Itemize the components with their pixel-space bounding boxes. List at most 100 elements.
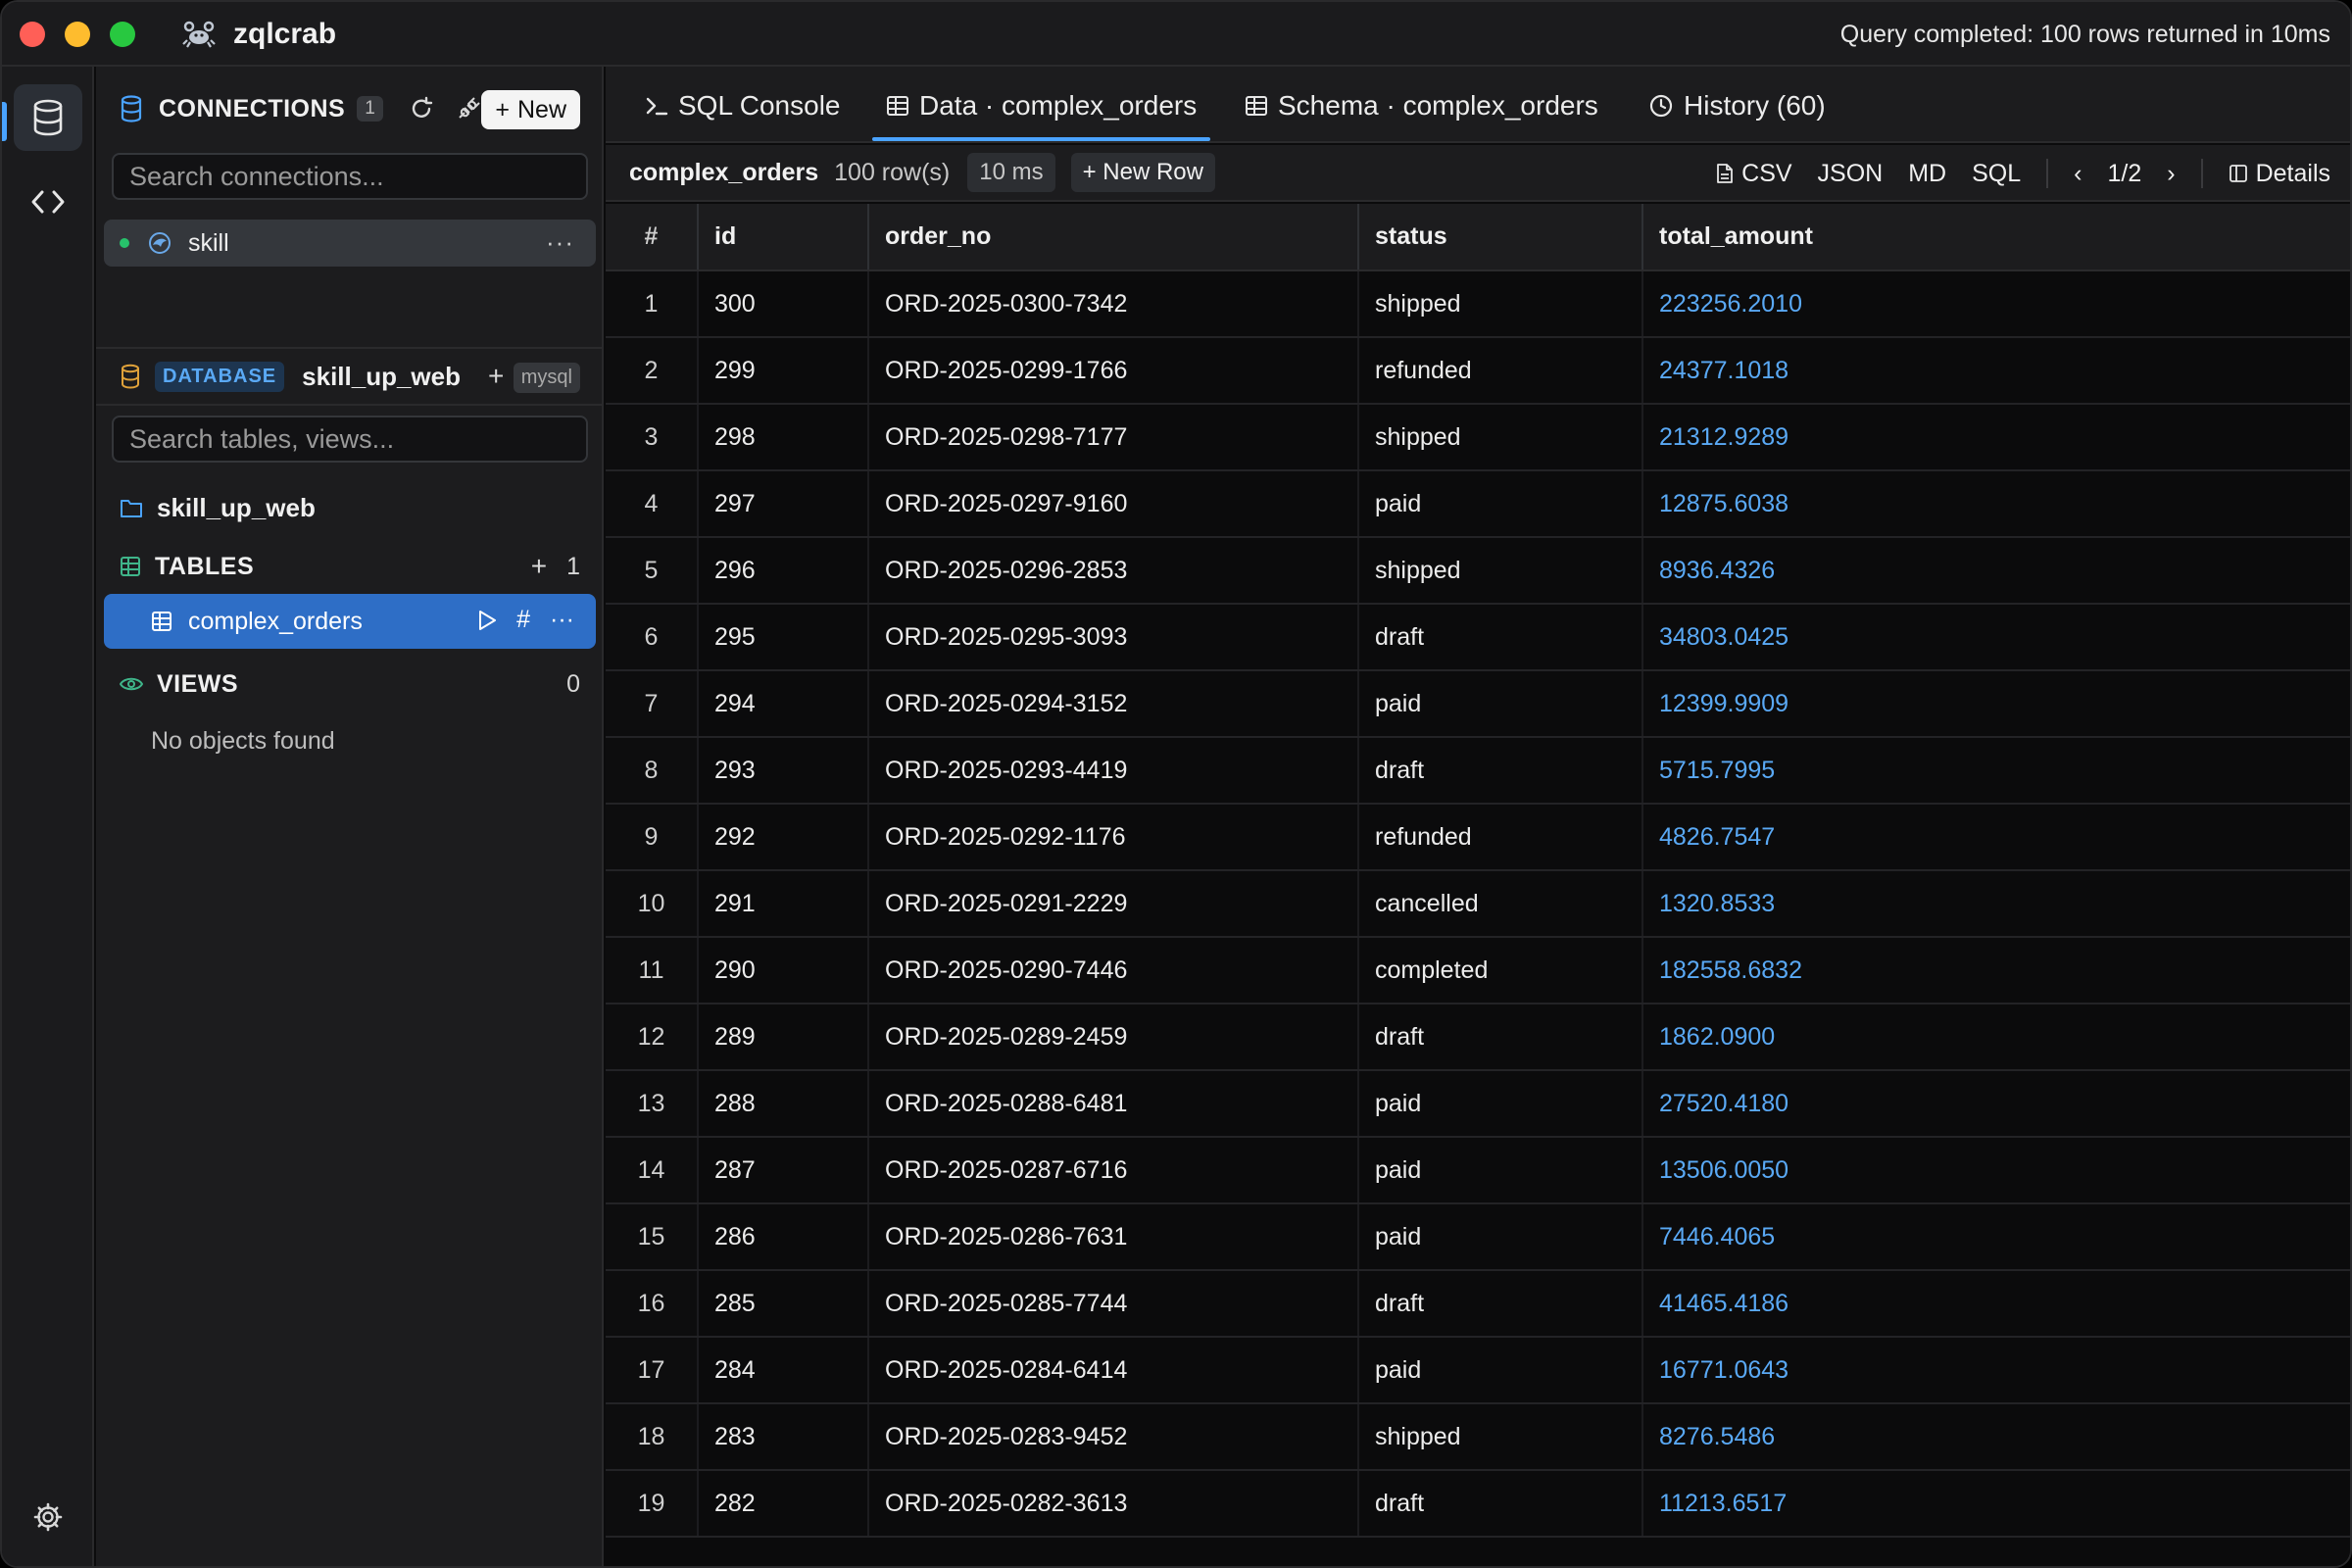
table-row[interactable]: 9 292 ORD-2025-0292-1176 refunded 4826.7547	[606, 804, 2350, 871]
total-amount-cell[interactable]: 5715.7995	[1642, 737, 2350, 805]
id-cell[interactable]: 285	[698, 1270, 869, 1338]
export-md-button[interactable]: MD	[1908, 160, 1946, 188]
table-row[interactable]: 6 295 ORD-2025-0295-3093 draft 34803.0425	[606, 604, 2350, 671]
table-more-icon[interactable]: ···	[550, 606, 574, 634]
id-cell[interactable]: 283	[698, 1403, 869, 1471]
tab-sql-console[interactable]: SQL Console	[645, 84, 841, 127]
id-cell[interactable]: 300	[698, 270, 869, 338]
table-row[interactable]: 18 283 ORD-2025-0283-9452 shipped 8276.5486	[606, 1403, 2350, 1471]
id-cell[interactable]: 284	[698, 1337, 869, 1404]
total-amount-cell[interactable]: 27520.4180	[1642, 1070, 2350, 1138]
add-database-icon[interactable]: +	[488, 361, 504, 392]
add-table-icon[interactable]: +	[531, 551, 547, 582]
status-cell[interactable]: completed	[1358, 937, 1643, 1004]
column-header-id[interactable]: id	[698, 204, 869, 271]
id-cell[interactable]: 293	[698, 737, 869, 805]
status-cell[interactable]: draft	[1358, 1270, 1643, 1338]
table-row[interactable]: 2 299 ORD-2025-0299-1766 refunded 24377.1018	[606, 337, 2350, 405]
id-cell[interactable]: 294	[698, 670, 869, 738]
status-cell[interactable]: draft	[1358, 1470, 1643, 1538]
total-amount-cell[interactable]: 7446.4065	[1642, 1203, 2350, 1271]
search-connections-input[interactable]	[112, 153, 588, 200]
id-cell[interactable]: 286	[698, 1203, 869, 1271]
play-icon[interactable]	[477, 610, 497, 631]
total-amount-cell[interactable]: 21312.9289	[1642, 404, 2350, 471]
close-window-button[interactable]	[20, 22, 45, 47]
order-no-cell[interactable]: ORD-2025-0285-7744	[868, 1270, 1359, 1338]
status-cell[interactable]: refunded	[1358, 804, 1643, 871]
tables-section-header[interactable]: TABLES + 1	[96, 543, 604, 590]
status-cell[interactable]: paid	[1358, 470, 1643, 538]
order-no-cell[interactable]: ORD-2025-0296-2853	[868, 537, 1359, 605]
next-page-icon[interactable]: ›	[2167, 160, 2175, 188]
database-view-button[interactable]	[14, 84, 82, 151]
prev-page-icon[interactable]: ‹	[2074, 160, 2082, 188]
status-cell[interactable]: paid	[1358, 1070, 1643, 1138]
total-amount-cell[interactable]: 24377.1018	[1642, 337, 2350, 405]
order-no-cell[interactable]: ORD-2025-0287-6716	[868, 1137, 1359, 1204]
order-no-cell[interactable]: ORD-2025-0291-2229	[868, 870, 1359, 938]
status-cell[interactable]: paid	[1358, 1203, 1643, 1271]
total-amount-cell[interactable]: 4826.7547	[1642, 804, 2350, 871]
status-cell[interactable]: draft	[1358, 1004, 1643, 1071]
schema-node[interactable]: skill_up_web	[96, 484, 604, 531]
id-cell[interactable]: 290	[698, 937, 869, 1004]
id-cell[interactable]: 295	[698, 604, 869, 671]
column-header-total-amount[interactable]: total_amount	[1642, 204, 2350, 271]
total-amount-cell[interactable]: 8276.5486	[1642, 1403, 2350, 1471]
details-button[interactable]: Details	[2229, 160, 2330, 188]
status-cell[interactable]: paid	[1358, 670, 1643, 738]
minimize-window-button[interactable]	[65, 22, 90, 47]
order-no-cell[interactable]: ORD-2025-0282-3613	[868, 1470, 1359, 1538]
tab-data[interactable]: Data · complex_orders	[871, 84, 1211, 141]
status-cell[interactable]: shipped	[1358, 1403, 1643, 1471]
total-amount-cell[interactable]: 8936.4326	[1642, 537, 2350, 605]
status-cell[interactable]: draft	[1358, 604, 1643, 671]
id-cell[interactable]: 287	[698, 1137, 869, 1204]
order-no-cell[interactable]: ORD-2025-0298-7177	[868, 404, 1359, 471]
status-cell[interactable]: paid	[1358, 1137, 1643, 1204]
new-connection-button[interactable]: + New	[481, 90, 580, 129]
order-no-cell[interactable]: ORD-2025-0289-2459	[868, 1004, 1359, 1071]
table-row[interactable]: 5 296 ORD-2025-0296-2853 shipped 8936.4326	[606, 537, 2350, 605]
plug-icon[interactable]	[456, 96, 481, 122]
views-section-header[interactable]: VIEWS 0	[96, 661, 604, 708]
id-cell[interactable]: 297	[698, 470, 869, 538]
total-amount-cell[interactable]: 223256.2010	[1642, 270, 2350, 338]
id-cell[interactable]: 282	[698, 1470, 869, 1538]
table-row[interactable]: 1 300 ORD-2025-0300-7342 shipped 223256.2010	[606, 270, 2350, 338]
order-no-cell[interactable]: ORD-2025-0284-6414	[868, 1337, 1359, 1404]
total-amount-cell[interactable]: 11213.6517	[1642, 1470, 2350, 1538]
id-cell[interactable]: 292	[698, 804, 869, 871]
export-json-button[interactable]: JSON	[1818, 160, 1884, 188]
total-amount-cell[interactable]: 16771.0643	[1642, 1337, 2350, 1404]
search-tables-input[interactable]	[112, 416, 588, 463]
zoom-window-button[interactable]	[110, 22, 135, 47]
status-cell[interactable]: refunded	[1358, 337, 1643, 405]
status-cell[interactable]: shipped	[1358, 404, 1643, 471]
table-row[interactable]: 10 291 ORD-2025-0291-2229 cancelled 1320.853…	[606, 870, 2350, 938]
table-row[interactable]: 3 298 ORD-2025-0298-7177 shipped 21312.9289	[606, 404, 2350, 471]
order-no-cell[interactable]: ORD-2025-0283-9452	[868, 1403, 1359, 1471]
order-no-cell[interactable]: ORD-2025-0292-1176	[868, 804, 1359, 871]
total-amount-cell[interactable]: 12875.6038	[1642, 470, 2350, 538]
order-no-cell[interactable]: ORD-2025-0295-3093	[868, 604, 1359, 671]
table-row[interactable]: 19 282 ORD-2025-0282-3613 draft 11213.6517	[606, 1470, 2350, 1538]
table-row[interactable]: 17 284 ORD-2025-0284-6414 paid 16771.0643	[606, 1337, 2350, 1404]
id-cell[interactable]: 299	[698, 337, 869, 405]
table-row[interactable]: 16 285 ORD-2025-0285-7744 draft 41465.4186	[606, 1270, 2350, 1338]
table-row[interactable]: 7 294 ORD-2025-0294-3152 paid 12399.9909	[606, 670, 2350, 738]
column-header-status[interactable]: status	[1358, 204, 1643, 271]
total-amount-cell[interactable]: 41465.4186	[1642, 1270, 2350, 1338]
total-amount-cell[interactable]: 182558.6832	[1642, 937, 2350, 1004]
table-row[interactable]: 14 287 ORD-2025-0287-6716 paid 13506.0050	[606, 1137, 2350, 1204]
total-amount-cell[interactable]: 12399.9909	[1642, 670, 2350, 738]
order-no-cell[interactable]: ORD-2025-0290-7446	[868, 937, 1359, 1004]
table-item-complex-orders[interactable]: complex_orders # ···	[104, 594, 596, 649]
total-amount-cell[interactable]: 13506.0050	[1642, 1137, 2350, 1204]
export-sql-button[interactable]: SQL	[1972, 160, 2021, 188]
table-row[interactable]: 12 289 ORD-2025-0289-2459 draft 1862.0900	[606, 1004, 2350, 1071]
order-no-cell[interactable]: ORD-2025-0293-4419	[868, 737, 1359, 805]
status-cell[interactable]: shipped	[1358, 537, 1643, 605]
status-cell[interactable]: shipped	[1358, 270, 1643, 338]
